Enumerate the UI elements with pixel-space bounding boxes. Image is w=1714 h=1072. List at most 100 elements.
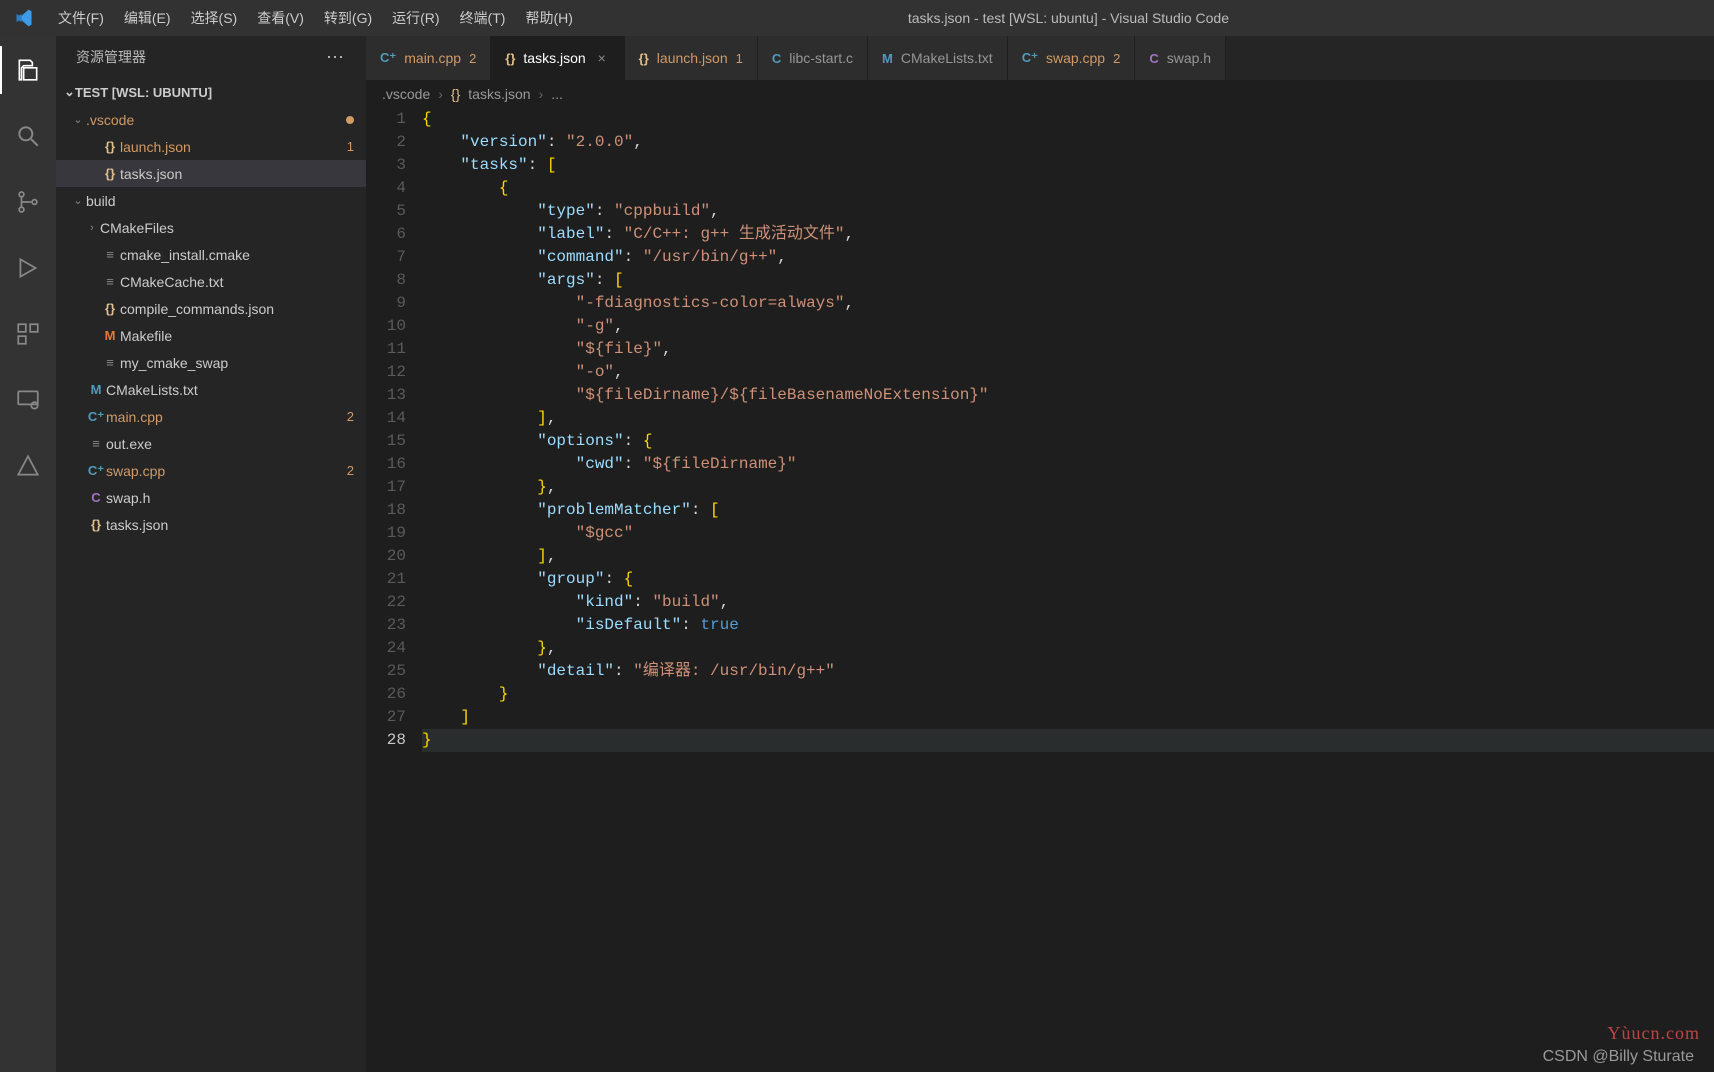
vscode-logo-icon — [0, 8, 48, 28]
tree-file[interactable]: {}tasks.json — [56, 160, 366, 187]
code-line: "tasks": [ — [422, 154, 1714, 177]
tree-file[interactable]: ≡my_cmake_swap — [56, 349, 366, 376]
extensions-icon[interactable] — [0, 310, 56, 358]
modified-badge: 2 — [1113, 51, 1120, 66]
file-icon: {} — [100, 301, 120, 316]
code-line: ], — [422, 407, 1714, 430]
line-number: 15 — [366, 430, 406, 453]
editor-tab[interactable]: C⁺main.cpp2 — [366, 36, 491, 80]
sidebar: 资源管理器 ⋯ ⌄ TEST [WSL: UBUNTU] ⌄.vscode{}l… — [56, 36, 366, 1072]
window-title: tasks.json - test [WSL: ubuntu] - Visual… — [583, 10, 1554, 26]
code-line: "detail": "编译器: /usr/bin/g++" — [422, 660, 1714, 683]
tree-file[interactable]: ≡CMakeCache.txt — [56, 268, 366, 295]
code-line: { — [422, 108, 1714, 131]
tree-file[interactable]: ≡out.exe — [56, 430, 366, 457]
menu-bar: 文件(F)编辑(E)选择(S)查看(V)转到(G)运行(R)终端(T)帮助(H) — [48, 8, 583, 28]
tree-file[interactable]: {}tasks.json — [56, 511, 366, 538]
code-editor[interactable]: 1234567891011121314151617181920212223242… — [366, 108, 1714, 1072]
code-line: "label": "C/C++: g++ 生成活动文件", — [422, 223, 1714, 246]
tree-item-label: swap.cpp — [106, 463, 341, 479]
editor-area: C⁺main.cpp2{}tasks.json×{}launch.json1Cl… — [366, 36, 1714, 1072]
search-icon[interactable] — [0, 112, 56, 160]
line-number: 22 — [366, 591, 406, 614]
file-icon: C — [1149, 51, 1158, 66]
line-number: 17 — [366, 476, 406, 499]
tree-folder[interactable]: ⌄build — [56, 187, 366, 214]
more-icon[interactable]: ⋯ — [326, 47, 346, 68]
tree-file[interactable]: ≡cmake_install.cmake — [56, 241, 366, 268]
file-icon: {} — [86, 517, 106, 532]
file-icon: C — [772, 51, 781, 66]
editor-tab[interactable]: Clibc-start.c — [758, 36, 868, 80]
line-number: 26 — [366, 683, 406, 706]
tree-file[interactable]: {}compile_commands.json — [56, 295, 366, 322]
editor-tab[interactable]: {}launch.json1 — [625, 36, 758, 80]
menu-item[interactable]: 文件(F) — [48, 8, 114, 28]
file-icon: C⁺ — [1022, 50, 1038, 66]
breadcrumb-folder: .vscode — [382, 86, 430, 102]
title-bar: 文件(F)编辑(E)选择(S)查看(V)转到(G)运行(R)终端(T)帮助(H)… — [0, 0, 1714, 36]
file-icon: ≡ — [86, 436, 106, 451]
code-line: "cwd": "${fileDirname}" — [422, 453, 1714, 476]
tree-file[interactable]: C⁺main.cpp2 — [56, 403, 366, 430]
tree-folder[interactable]: ›CMakeFiles — [56, 214, 366, 241]
tree-item-label: tasks.json — [120, 166, 354, 182]
line-number: 12 — [366, 361, 406, 384]
tree-file[interactable]: MMakefile — [56, 322, 366, 349]
menu-item[interactable]: 帮助(H) — [515, 8, 582, 28]
menu-item[interactable]: 运行(R) — [382, 8, 449, 28]
code-line: "-o", — [422, 361, 1714, 384]
tree-file[interactable]: C⁺swap.cpp2 — [56, 457, 366, 484]
menu-item[interactable]: 转到(G) — [314, 8, 382, 28]
code-line: "version": "2.0.0", — [422, 131, 1714, 154]
tree-item-label: build — [86, 193, 354, 209]
menu-item[interactable]: 终端(T) — [450, 8, 516, 28]
explorer-icon[interactable] — [0, 46, 56, 94]
menu-item[interactable]: 编辑(E) — [114, 8, 181, 28]
modified-badge: 2 — [347, 409, 354, 424]
modified-dot-icon — [346, 116, 354, 124]
source-control-icon[interactable] — [0, 178, 56, 226]
tab-label: swap.cpp — [1046, 50, 1105, 66]
tree-file[interactable]: Cswap.h — [56, 484, 366, 511]
code-line: "${fileDirname}/${fileBasenameNoExtensio… — [422, 384, 1714, 407]
file-icon: M — [882, 51, 893, 66]
editor-tab[interactable]: C⁺ swap.cpp 2 — [1008, 36, 1136, 80]
line-number: 28 — [366, 729, 406, 752]
line-number: 14 — [366, 407, 406, 430]
project-header[interactable]: ⌄ TEST [WSL: UBUNTU] — [56, 78, 366, 106]
sidebar-header: 资源管理器 ⋯ — [56, 36, 366, 78]
breadcrumb[interactable]: .vscode › {} tasks.json › ... — [366, 80, 1714, 108]
line-number: 21 — [366, 568, 406, 591]
tab-label: CMakeLists.txt — [901, 50, 993, 66]
run-debug-icon[interactable] — [0, 244, 56, 292]
code-line: "-fdiagnostics-color=always", — [422, 292, 1714, 315]
code-line: }, — [422, 476, 1714, 499]
line-number: 16 — [366, 453, 406, 476]
file-icon: M — [100, 328, 120, 343]
tree-item-label: launch.json — [120, 139, 341, 155]
tree-item-label: CMakeCache.txt — [120, 274, 354, 290]
menu-item[interactable]: 选择(S) — [181, 8, 248, 28]
editor-tab[interactable]: Cswap.h — [1135, 36, 1226, 80]
editor-tab[interactable]: {}tasks.json× — [491, 36, 624, 80]
chevron-icon: ⌄ — [70, 113, 86, 126]
code-content[interactable]: { "version": "2.0.0", "tasks": [ { "type… — [422, 108, 1714, 1072]
tree-file[interactable]: MCMakeLists.txt — [56, 376, 366, 403]
code-line: "kind": "build", — [422, 591, 1714, 614]
file-tree: ⌄.vscode{}launch.json1{}tasks.json⌄build… — [56, 106, 366, 1072]
cmake-icon[interactable] — [0, 442, 56, 490]
activity-bar — [0, 36, 56, 1072]
code-line: ] — [422, 706, 1714, 729]
file-icon: M — [86, 382, 106, 397]
code-line: "$gcc" — [422, 522, 1714, 545]
remote-explorer-icon[interactable] — [0, 376, 56, 424]
close-icon[interactable]: × — [594, 50, 610, 66]
tree-item-label: compile_commands.json — [120, 301, 354, 317]
tab-label: swap.h — [1167, 50, 1211, 66]
editor-tab[interactable]: M CMakeLists.txt — [868, 36, 1008, 80]
menu-item[interactable]: 查看(V) — [247, 8, 314, 28]
tree-file[interactable]: {}launch.json1 — [56, 133, 366, 160]
line-number: 1 — [366, 108, 406, 131]
tree-folder[interactable]: ⌄.vscode — [56, 106, 366, 133]
